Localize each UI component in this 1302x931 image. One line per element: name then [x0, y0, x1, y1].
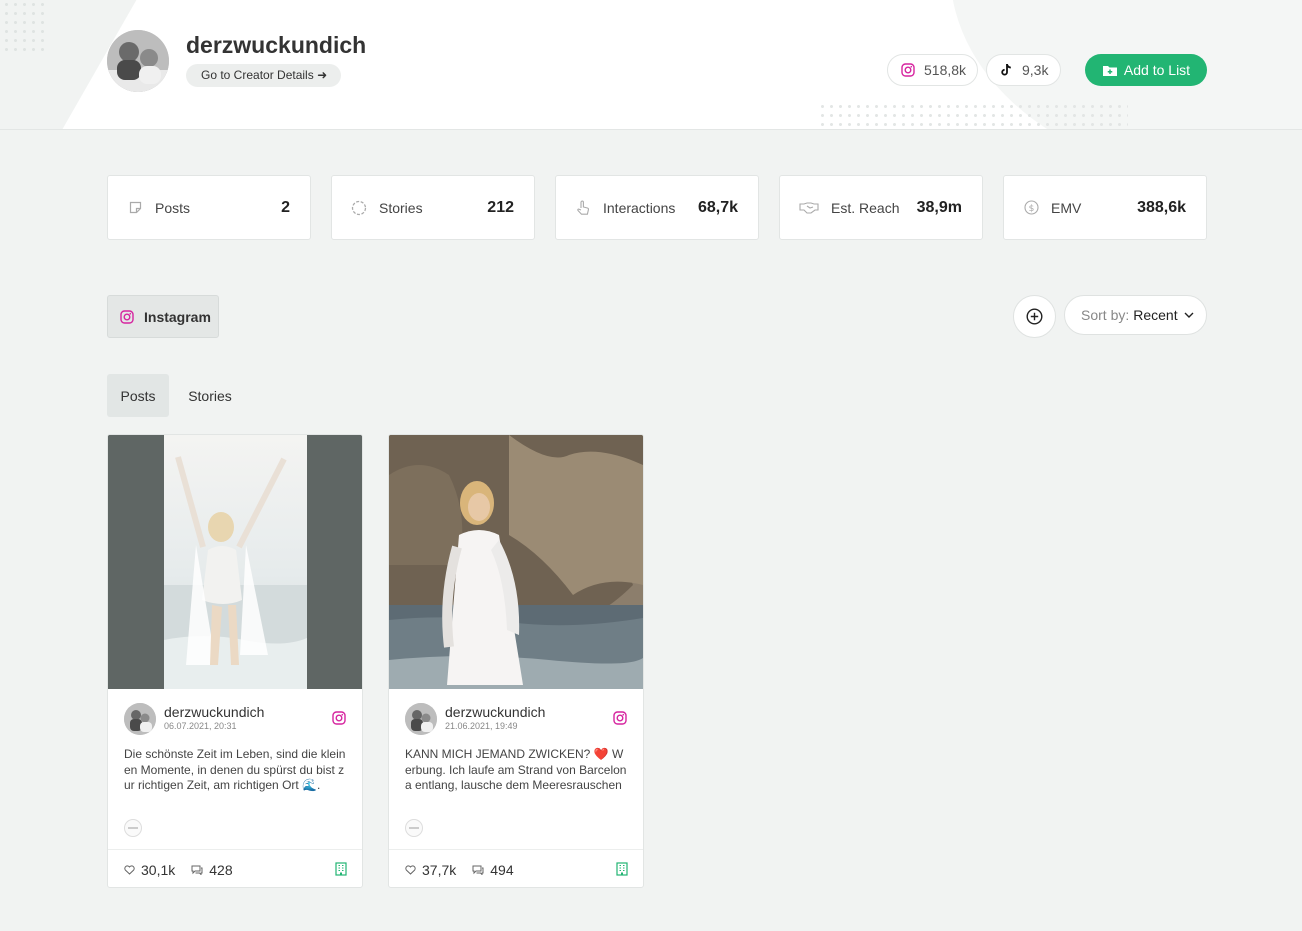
building-icon[interactable]: [335, 862, 347, 876]
stat-label: EMV: [1051, 199, 1082, 216]
tiktok-followers-pill[interactable]: 9,3k: [986, 54, 1061, 86]
comments-metric: 428: [191, 861, 233, 878]
comment-icon: [472, 865, 484, 875]
comment-icon: [191, 865, 203, 875]
sort-label: Sort by:: [1081, 307, 1130, 323]
creator-header: derzwuckundich Go to Creator Details ➜ 5…: [0, 0, 1302, 130]
likes-metric: 30,1k: [124, 862, 175, 878]
stat-card-est-reach: Est. Reach 38,9m: [779, 175, 983, 240]
brand-logo: [124, 819, 142, 837]
creator-avatar: [107, 30, 169, 92]
add-filter-button[interactable]: [1013, 295, 1056, 338]
hand-pointer-icon: [575, 200, 591, 216]
instagram-icon: [901, 63, 915, 77]
tab-stories[interactable]: Stories: [177, 374, 243, 417]
decorative-dots: [818, 102, 1128, 129]
likes-count: 30,1k: [141, 861, 176, 878]
post-date: 21.06.2021, 19:49: [445, 721, 518, 731]
tiktok-icon: [1000, 63, 1013, 77]
stat-card-posts: Posts 2: [107, 175, 311, 240]
likes-metric: 37,7k: [405, 862, 456, 878]
comments-metric: 494: [472, 861, 514, 878]
post-metrics: 37,7k 494: [389, 849, 643, 887]
stat-label: Est. Reach: [831, 199, 900, 216]
stat-label: Posts: [155, 199, 191, 216]
post-image[interactable]: [389, 435, 643, 689]
stat-card-stories: Stories 212: [331, 175, 535, 240]
stat-card-emv: $ EMV 388,6k: [1003, 175, 1207, 240]
folder-plus-icon: [1102, 64, 1118, 77]
brand-logo: [405, 819, 423, 837]
post-username: derzwuckundich: [164, 704, 265, 720]
stat-value: 2: [281, 198, 290, 216]
svg-text:$: $: [1028, 204, 1034, 214]
instagram-followers-count: 518,8k: [924, 62, 967, 78]
post-header: derzwuckundich 21.06.2021, 19:49: [405, 703, 627, 735]
instagram-icon: [120, 309, 134, 324]
post-username: derzwuckundich: [445, 704, 546, 720]
stat-value: 388,6k: [1137, 198, 1186, 216]
building-icon[interactable]: [616, 862, 628, 876]
stat-label: Interactions: [603, 199, 676, 216]
post-caption: KANN MICH JEMAND ZWICKEN? ❤️ Werbung. Ic…: [405, 747, 627, 794]
heart-icon: [405, 864, 416, 875]
comments-count: 428: [209, 861, 233, 878]
stat-label: Stories: [379, 199, 423, 216]
instagram-icon[interactable]: [332, 711, 346, 725]
tab-posts[interactable]: Posts: [107, 374, 169, 417]
arrow-right-icon: ➜: [317, 68, 328, 82]
post-icon: [127, 201, 143, 214]
creator-details-link[interactable]: Go to Creator Details ➜: [186, 64, 342, 87]
post-header: derzwuckundich 06.07.2021, 20:31: [124, 703, 346, 735]
dollar-icon: $: [1023, 200, 1039, 215]
post-caption: Die schönste Zeit im Leben, sind die kle…: [124, 747, 346, 794]
platform-filter-instagram[interactable]: Instagram: [107, 295, 219, 338]
stat-value: 68,7k: [697, 198, 738, 216]
sort-value: Recent: [1133, 307, 1178, 323]
stat-card-interactions: Interactions 68,7k: [555, 175, 759, 240]
avatar: [405, 703, 437, 735]
add-to-list-button[interactable]: Add to List: [1085, 54, 1207, 86]
stat-value: 38,9m: [916, 198, 962, 216]
likes-count: 37,7k: [422, 861, 457, 878]
post-image[interactable]: [108, 435, 362, 689]
creator-details-label: Go to Creator Details: [201, 68, 314, 82]
avatar: [124, 703, 156, 735]
add-to-list-label: Add to List: [1123, 62, 1191, 78]
platform-filter-label: Instagram: [144, 308, 211, 325]
decorative-dots: [2, 0, 50, 54]
tiktok-followers-count: 9,3k: [1022, 62, 1049, 78]
chevron-down-icon: [1184, 312, 1194, 318]
post-card[interactable]: derzwuckundich 06.07.2021, 20:31 Die sch…: [107, 434, 363, 888]
creator-name: derzwuckundich: [186, 32, 367, 58]
stories-icon: [351, 200, 367, 216]
stat-value: 212: [487, 198, 514, 216]
post-card[interactable]: derzwuckundich 21.06.2021, 19:49 KANN MI…: [388, 434, 644, 888]
heart-icon: [124, 864, 135, 875]
plus-circle-icon: [1026, 308, 1043, 325]
comments-count: 494: [490, 861, 514, 878]
instagram-icon[interactable]: [613, 711, 627, 725]
post-date: 06.07.2021, 20:31: [164, 721, 237, 731]
sort-dropdown[interactable]: Sort by: Recent: [1064, 295, 1207, 335]
handshake-icon: [799, 201, 819, 214]
instagram-followers-pill[interactable]: 518,8k: [887, 54, 978, 86]
post-metrics: 30,1k 428: [108, 849, 362, 887]
